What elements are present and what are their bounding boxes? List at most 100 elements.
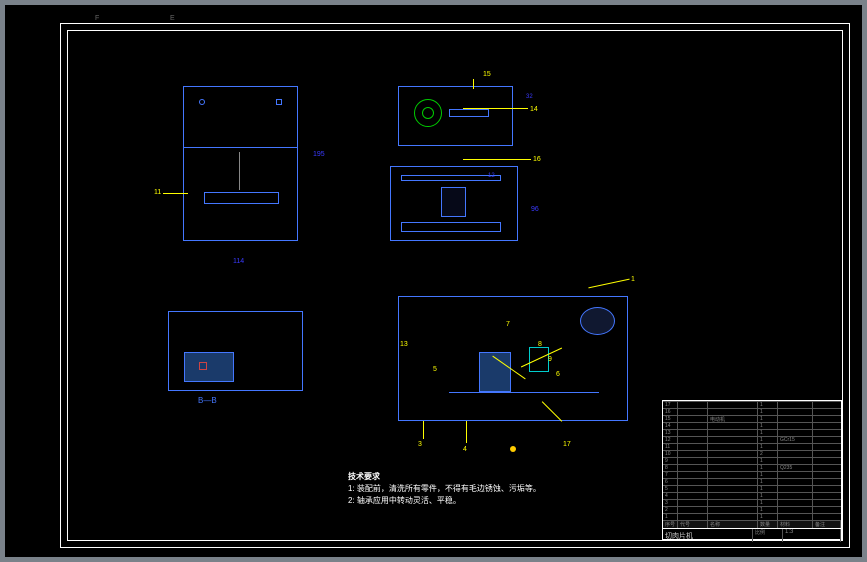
tb-cell: [708, 437, 758, 443]
tb-part-row: 121GCr15: [663, 436, 841, 443]
tb-cell: [778, 444, 813, 450]
tb-cell: [778, 423, 813, 429]
dim-width: 114: [233, 258, 244, 265]
tb-cell: 1: [758, 465, 778, 471]
tb-part-row: 51: [663, 485, 841, 492]
leader-line: [473, 79, 474, 89]
callout-6: 6: [556, 371, 560, 378]
motor-inner: [422, 107, 434, 119]
tb-cell: 电动机: [708, 416, 758, 422]
tb-cell: [708, 458, 758, 464]
tb-cell: [678, 493, 708, 499]
tb-cell: [778, 493, 813, 499]
tb-cell: [678, 430, 708, 436]
tb-part-row: 111: [663, 443, 841, 450]
tb-part-row: 31: [663, 499, 841, 506]
tb-hdr-name: 名称: [708, 521, 758, 528]
tb-cell: 10: [663, 451, 678, 457]
callout-14: 14: [530, 106, 538, 113]
tb-cell: 3: [663, 500, 678, 506]
tb-cell: 1: [758, 486, 778, 492]
tb-cell: 15: [663, 416, 678, 422]
notes-line1: 1: 装配前，清洗所有零件，不得有毛边锈蚀、污垢等。: [348, 483, 541, 494]
tb-scale: 1:3: [783, 529, 841, 542]
tb-cell: [678, 479, 708, 485]
tb-part-row: 161: [663, 408, 841, 415]
tb-cell: [708, 479, 758, 485]
tb-part-row: 81Q235: [663, 464, 841, 471]
view-plan-left: [168, 311, 303, 391]
tb-cell: 13: [663, 430, 678, 436]
tb-hdr-mat: 材料: [778, 521, 813, 528]
leader-line: [463, 108, 528, 109]
tb-cell: 2: [663, 507, 678, 513]
tb-part-row: 102: [663, 450, 841, 457]
disk: [580, 307, 615, 335]
tb-cell: 9: [663, 458, 678, 464]
view-plan-right: [398, 296, 628, 421]
table-surface: [204, 192, 279, 204]
callout-8: 8: [538, 341, 542, 348]
base-plate: [401, 222, 501, 232]
guide: [529, 347, 549, 372]
callout-15: 15: [483, 71, 491, 78]
tb-scale-label: 比例: [753, 529, 783, 542]
leader-line: [463, 159, 531, 160]
callout-5: 5: [433, 366, 437, 373]
tb-part-row: 13 1: [663, 429, 841, 436]
leader-line: [588, 279, 629, 289]
leader-line: [163, 193, 188, 194]
tb-cell: 17: [663, 402, 678, 408]
dim-extension: [68, 31, 69, 186]
tb-part-row: 11: [663, 513, 841, 520]
tb-part-row: 15电动机1: [663, 415, 841, 422]
callout-1: 1: [631, 276, 635, 283]
tb-part-row: 14 1: [663, 422, 841, 429]
tb-hdr-qty: 数量: [758, 521, 778, 528]
leader-line: [466, 421, 467, 443]
tb-cell: [708, 423, 758, 429]
hole-icon: [199, 99, 205, 105]
tb-cell: [708, 409, 758, 415]
tb-cell: [708, 514, 758, 520]
callout-7: 7: [506, 321, 510, 328]
notes-line2: 2: 轴承应用中转动灵活、平稳。: [348, 495, 461, 506]
tb-cell: 1: [758, 423, 778, 429]
hole-icon: [276, 99, 282, 105]
tb-cell: [678, 465, 708, 471]
drawing-canvas: F E 195 114 11 15 14 16 32: [5, 5, 862, 557]
dim-height: 195: [313, 151, 325, 158]
tb-cell: GCr15: [778, 437, 813, 443]
tb-cell: 14: [663, 423, 678, 429]
tb-cell: 1: [758, 430, 778, 436]
tb-cell: 1: [758, 507, 778, 513]
tb-part-row: 91: [663, 457, 841, 464]
tb-cell: [678, 402, 708, 408]
view-side-upper: [398, 86, 513, 146]
title-block: 17116115电动机1141131121GCr151111029181Q235…: [662, 400, 842, 540]
tb-cell: [708, 472, 758, 478]
tb-cell: [708, 451, 758, 457]
tb-cell: 4: [663, 493, 678, 499]
tb-cell: [678, 451, 708, 457]
tb-cell: [778, 409, 813, 415]
tb-cell: [708, 507, 758, 513]
tb-cell: 1: [758, 444, 778, 450]
tb-cell: 7: [663, 472, 678, 478]
dim-extension: [68, 186, 183, 187]
tb-cell: [778, 458, 813, 464]
tb-cell: 6: [663, 479, 678, 485]
tb-cell: [778, 479, 813, 485]
component-fill: [184, 352, 234, 382]
leader-line: [423, 421, 424, 439]
callout-17: 17: [563, 441, 571, 448]
base-line: [449, 392, 599, 393]
bearing-block: [441, 187, 466, 217]
mark-f: F: [95, 15, 99, 22]
tb-cell: [678, 437, 708, 443]
tb-cell: [678, 458, 708, 464]
tb-hdr-note: 备注: [813, 521, 841, 528]
shaft-line: [239, 152, 240, 190]
tb-cell: [778, 507, 813, 513]
tb-cell: 1: [758, 479, 778, 485]
